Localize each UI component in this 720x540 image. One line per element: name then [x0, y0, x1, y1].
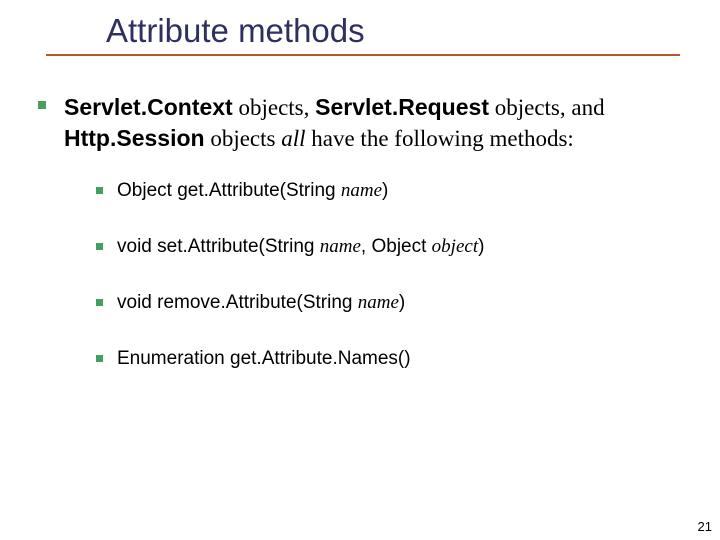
list-item: void set.Attribute(String name, Object o…	[96, 236, 690, 258]
param-name: name	[358, 292, 399, 313]
bullet-icon	[96, 299, 103, 306]
title-bar: Attribute methods	[46, 12, 680, 56]
slide-title: Attribute methods	[46, 12, 680, 56]
text: objects	[205, 126, 282, 151]
bullet-icon	[96, 187, 103, 194]
method-get-attribute-names: Enumeration get.Attribute.Names()	[117, 348, 411, 370]
page-number: 21	[698, 519, 712, 534]
intro-paragraph: Servlet.Context objects, Servlet.Request…	[38, 92, 690, 154]
slide-body: Servlet.Context objects, Servlet.Request…	[38, 92, 690, 404]
text: void set.Attribute(String	[117, 236, 320, 257]
method-set-attribute: void set.Attribute(String name, Object o…	[117, 236, 484, 258]
slide: Attribute methods Servlet.Context object…	[0, 0, 720, 540]
method-remove-attribute: void remove.Attribute(String name)	[117, 292, 405, 314]
intro-text: Servlet.Context objects, Servlet.Request…	[64, 92, 690, 154]
list-item: Object get.Attribute(String name)	[96, 180, 690, 202]
text: , Object	[361, 236, 432, 257]
param-object: object	[432, 236, 478, 257]
bullet-icon	[38, 101, 46, 109]
emph-all: all	[281, 126, 305, 151]
param-name: name	[320, 236, 361, 257]
term-http-session: Http.Session	[64, 125, 205, 151]
list-item: void remove.Attribute(String name)	[96, 292, 690, 314]
term-servlet-context: Servlet.Context	[64, 94, 233, 120]
text: objects, and	[489, 95, 605, 120]
text: Object get.Attribute(String	[117, 180, 341, 201]
method-get-attribute: Object get.Attribute(String name)	[117, 180, 388, 202]
param-name: name	[341, 180, 382, 201]
bullet-icon	[96, 355, 103, 362]
bullet-icon	[96, 243, 103, 250]
method-list: Object get.Attribute(String name) void s…	[96, 180, 690, 370]
term-servlet-request: Servlet.Request	[315, 94, 489, 120]
list-item: Enumeration get.Attribute.Names()	[96, 348, 690, 370]
text: )	[399, 292, 405, 313]
text: )	[382, 180, 388, 201]
text: have the following methods:	[306, 126, 574, 151]
text: objects,	[233, 95, 315, 120]
text: void remove.Attribute(String	[117, 292, 358, 313]
text: )	[478, 236, 484, 257]
